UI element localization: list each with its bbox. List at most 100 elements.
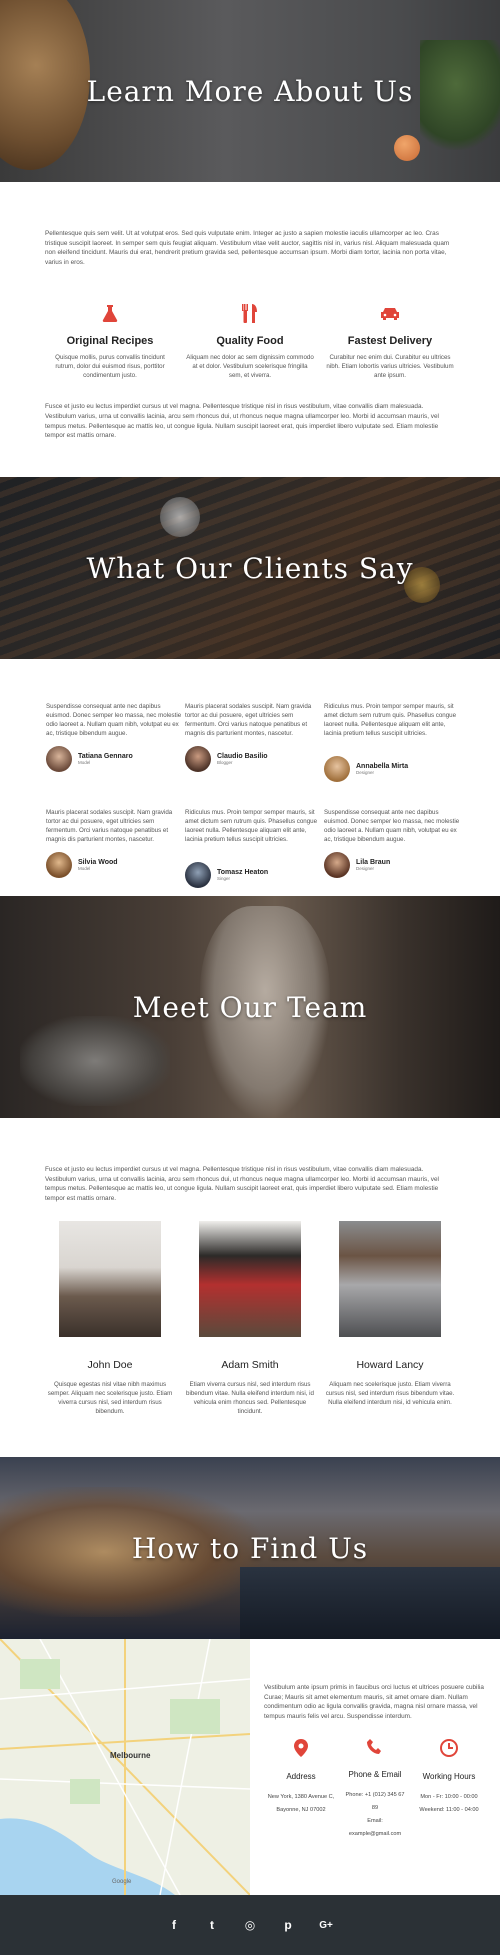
facebook-icon[interactable]: f	[166, 1917, 182, 1933]
testimonial-author: Lila Braun Designer	[324, 852, 463, 878]
member-photo	[59, 1221, 161, 1338]
member-text: Etiam viverra cursus nisl, sed interdum …	[186, 1381, 314, 1416]
features-row: Original Recipes Quisque mollis, purus c…	[45, 303, 455, 380]
hero-about: Learn More About Us	[0, 0, 500, 182]
testimonial-text: Ridiculus mus. Proin tempor semper mauri…	[185, 809, 318, 843]
flask-icon	[45, 303, 175, 325]
author-role: Blogger	[217, 760, 233, 765]
hero-clients-title: What Our Clients Say	[86, 551, 414, 585]
testimonial-text: Suspendisse consequat ante nec dapibus e…	[324, 809, 460, 843]
apple-image	[394, 135, 420, 161]
phone-icon	[367, 1739, 381, 1755]
member-name: Adam Smith	[221, 1359, 279, 1372]
clock-icon	[440, 1739, 458, 1758]
phone-line: 89	[371, 1805, 379, 1812]
testimonial-text: Suspendisse consequat ante nec dapibus e…	[46, 703, 182, 737]
team-member: Adam Smith Etiam viverra cursus nisl, se…	[185, 1221, 315, 1416]
testimonial-card: Ridiculus mus. Proin tempor semper mauri…	[324, 702, 463, 808]
testimonial-author: Annabella Mirta Designer	[324, 756, 463, 782]
fork-knife-icon	[185, 303, 315, 325]
feature-text: Quisque mollis, purus convallis tincidun…	[55, 354, 165, 380]
testimonial-text: Mauris placerat sodales suscipit. Nam gr…	[185, 703, 312, 737]
testimonial-author: Tomasz Heaton Singer	[185, 862, 324, 888]
hero-find: How to Find Us	[0, 1457, 500, 1639]
team-section: Fusce et justo eu lectus imperdiet cursu…	[0, 1118, 500, 1457]
feature-title: Quality Food	[216, 335, 284, 348]
testimonial-author: Claudio Basilio Blogger	[185, 746, 324, 772]
hero-about-title: Learn More About Us	[86, 74, 414, 108]
member-text: Aliquam nec scelerisque justo. Etiam viv…	[325, 1381, 455, 1407]
car-icon	[325, 303, 455, 325]
author-name: Lila Braun	[356, 859, 391, 866]
address-line: Bayonne, NJ 07002	[276, 1807, 326, 1814]
address-line: New York, 1380 Avenue C,	[267, 1794, 335, 1801]
contact-columns: Address New York, 1380 Avenue C, Bayonne…	[264, 1739, 486, 1841]
member-text: Quisque egestas nisl vitae nibh maximus …	[47, 1381, 173, 1416]
coffee-machine-image	[20, 1016, 170, 1106]
contact-phone-email: Phone & Email Phone: +1 (012) 345 67 89 …	[338, 1739, 412, 1841]
about-intro: Pellentesque quis sem velit. Ut at volut…	[45, 230, 450, 266]
email-label: Email:	[367, 1818, 383, 1825]
find-us-section: Melbourne Google Vestibulum ante ipsum p…	[0, 1639, 500, 1895]
plant-image	[420, 40, 500, 150]
team-row: John Doe Quisque egestas nisl vitae nibh…	[0, 1221, 500, 1416]
google-plus-icon[interactable]: G+	[318, 1917, 334, 1933]
author-role: Designer	[356, 770, 375, 775]
testimonial-card: Suspendisse consequat ante nec dapibus e…	[46, 702, 185, 808]
member-photo	[339, 1221, 441, 1338]
instagram-icon[interactable]: ◎	[242, 1917, 258, 1933]
map-graphic	[0, 1639, 250, 1895]
testimonial-text: Ridiculus mus. Proin tempor semper mauri…	[324, 703, 457, 737]
avatar	[46, 746, 72, 772]
author-role: Model	[78, 760, 91, 765]
feature-fastest-delivery: Fastest Delivery Curabitur nec enim dui.…	[325, 303, 455, 380]
testimonial-text: Mauris placerat sodales suscipit. Nam gr…	[46, 809, 173, 843]
email-link[interactable]: example@gmail.com	[338, 1828, 412, 1841]
footer: f t ◎ p G+	[0, 1895, 500, 1955]
map-credit: Google	[112, 1879, 132, 1885]
testimonials-section: Suspendisse consequat ante nec dapibus e…	[0, 659, 500, 896]
hours-line: Weekend: 11:00 - 04:00	[419, 1807, 479, 1814]
team-intro: Fusce et justo eu lectus imperdiet cursu…	[45, 1166, 439, 1202]
contact-hours: Working Hours Mon - Fr: 10:00 - 00:00 We…	[412, 1739, 486, 1841]
team-member: Howard Lancy Aliquam nec scelerisque jus…	[325, 1221, 455, 1416]
testimonials-grid: Suspendisse consequat ante nec dapibus e…	[0, 702, 500, 914]
feature-original-recipes: Original Recipes Quisque mollis, purus c…	[45, 303, 175, 380]
avatar	[324, 756, 350, 782]
pie-image	[0, 0, 90, 170]
testimonial-author: Tatiana Gennaro Model	[46, 746, 185, 772]
testimonial-card: Mauris placerat sodales suscipit. Nam gr…	[185, 702, 324, 808]
about-outro: Fusce et justo eu lectus imperdiet cursu…	[45, 403, 439, 440]
hero-clients: What Our Clients Say	[0, 477, 500, 659]
author-name: Tomasz Heaton	[217, 869, 269, 876]
author-name: Silvia Wood	[78, 859, 118, 866]
feature-quality-food: Quality Food Aliquam nec dolor ac sem di…	[185, 303, 315, 380]
pinterest-icon[interactable]: p	[280, 1917, 296, 1933]
avatar	[324, 852, 350, 878]
map-city-label: Melbourne	[110, 1751, 151, 1760]
hero-find-title: How to Find Us	[131, 1531, 369, 1565]
feature-title: Fastest Delivery	[347, 335, 433, 348]
member-name: John Doe	[87, 1359, 133, 1372]
about-section: Pellentesque quis sem velit. Ut at volut…	[0, 182, 500, 477]
address-title: Address	[286, 1772, 316, 1782]
phone-line: Phone: +1 (012) 345 67	[345, 1792, 405, 1799]
testimonial-author: Silvia Wood Model	[46, 852, 185, 878]
avatar	[185, 746, 211, 772]
contact-intro: Vestibulum ante ipsum primis in faucibus…	[264, 1684, 484, 1720]
contact-panel: Vestibulum ante ipsum primis in faucibus…	[250, 1639, 500, 1895]
avatar	[46, 852, 72, 878]
team-member: John Doe Quisque egestas nisl vitae nibh…	[45, 1221, 175, 1416]
sea-image	[240, 1567, 500, 1639]
twitter-icon[interactable]: t	[204, 1917, 220, 1933]
plate-image	[160, 497, 200, 537]
map[interactable]: Melbourne Google	[0, 1639, 250, 1895]
author-name: Annabella Mirta	[356, 763, 409, 770]
hours-line: Mon - Fr: 10:00 - 00:00	[420, 1794, 478, 1801]
feature-title: Original Recipes	[66, 335, 154, 348]
member-photo	[199, 1221, 301, 1338]
author-role: Singer	[217, 876, 231, 881]
avatar	[185, 862, 211, 888]
hero-team: Meet Our Team	[0, 896, 500, 1118]
map-pin-icon	[294, 1739, 308, 1758]
